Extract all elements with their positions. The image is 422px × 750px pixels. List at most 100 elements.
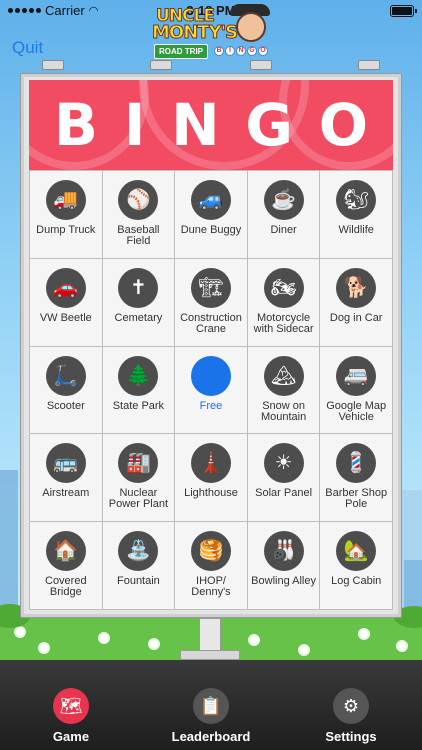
bingo-cell[interactable]: 🛴 Scooter <box>30 346 102 434</box>
lighthouse-icon: 🗼 <box>190 443 231 484</box>
bingo-banner: B I N G O <box>29 80 393 170</box>
bingo-cell[interactable]: 🗼 Lighthouse <box>175 434 247 522</box>
mountain-icon: 🏔 <box>263 355 304 396</box>
tab-label: Leaderboard <box>171 729 251 744</box>
billboard-lamp <box>150 60 172 70</box>
gravestone-icon: ✝ <box>118 267 159 308</box>
trees-icon: 🌲 <box>118 355 159 396</box>
bingo-cell-label: Airstream <box>42 487 90 500</box>
diner-icon: ☕ <box>263 180 304 220</box>
solar-panel-icon: ☀ <box>263 443 304 484</box>
banner-letter-n: N <box>171 91 220 159</box>
bingo-cell-label: Construction Crane <box>180 311 242 335</box>
bingo-cell[interactable]: 🏠 Covered Bridge <box>30 522 102 609</box>
squirrel-icon: 🐿 <box>336 180 377 220</box>
battery-icon <box>390 5 417 17</box>
bingo-cell-label: Scooter <box>46 399 85 412</box>
bingo-cell-label: Free <box>199 399 223 412</box>
bingo-cell[interactable]: 🏡 Log Cabin <box>320 522 392 609</box>
bingo-cell-label: Motorcycle with Sidecar <box>253 311 314 335</box>
bingo-cell-label: Diner <box>270 224 297 236</box>
tab-game[interactable]: 🗺 Game <box>21 688 121 744</box>
bingo-cell-label: Bowling Alley <box>251 575 316 588</box>
power-plant-icon: 🏭 <box>118 443 159 484</box>
pancakes-icon: 🥞 <box>190 531 231 572</box>
bingo-cell[interactable]: 🚐 Google Map Vehicle <box>320 346 392 434</box>
bingo-cell-label: Log Cabin <box>331 575 382 588</box>
bingo-cell-label: Dune Buggy <box>180 224 242 236</box>
banner-letter-g: G <box>245 91 294 159</box>
bingo-cell[interactable]: 🏗 Construction Crane <box>175 258 247 346</box>
bingo-grid: 🚚 Dump Truck ⚾ Baseball Field 🚙 Dune Buggy ☕ Di… <box>29 170 393 610</box>
scooter-icon: 🛴 <box>45 355 86 396</box>
dog-car-icon: 🐕 <box>336 267 377 308</box>
bingo-cell-label: Dump Truck <box>36 224 96 236</box>
billboard-lamp <box>250 60 272 70</box>
bingo-cell[interactable]: 🌲 State Park <box>102 346 175 434</box>
bingo-cell[interactable]: 🚚 Dump Truck <box>30 171 102 258</box>
bingo-cell-label: Solar Panel <box>255 487 313 500</box>
banner-letter-b: B <box>53 91 99 159</box>
bingo-cell[interactable]: 🏍 Motorcycle with Sidecar <box>247 258 320 346</box>
bingo-cell-label: Nuclear Power Plant <box>108 487 169 511</box>
bingo-cell-label: Barber Shop Pole <box>325 487 388 511</box>
bingo-cell-label: Cemetary <box>114 311 163 324</box>
bingo-cell[interactable]: ✝ Cemetary <box>102 258 175 346</box>
city-building <box>0 470 18 620</box>
bingo-cell[interactable]: 🚌 Airstream <box>30 434 102 522</box>
crane-icon: 🏗 <box>190 267 231 308</box>
gear-icon: ⚙ <box>333 688 369 724</box>
bingo-cell[interactable]: 🚗 VW Beetle <box>30 258 102 346</box>
bingo-cell-label: Wildlife <box>338 224 374 236</box>
clipboard-icon: 📋 <box>193 688 229 724</box>
bingo-cell-label: VW Beetle <box>39 311 92 324</box>
barber-pole-icon: 💈 <box>336 443 377 484</box>
tab-label: Settings <box>325 729 377 744</box>
bingo-cell[interactable]: ☀ Solar Panel <box>247 434 320 522</box>
vw-beetle-icon: 🚗 <box>45 267 86 308</box>
bingo-cell-label: Fountain <box>116 575 160 588</box>
quit-button[interactable]: Quit <box>12 38 43 58</box>
bingo-cell[interactable]: ⛲ Fountain <box>102 522 175 609</box>
logo-badge: ROAD TRIP <box>154 44 208 59</box>
bingo-cell[interactable]: 🚙 Dune Buggy <box>175 171 247 258</box>
bingo-cell[interactable]: 🏭 Nuclear Power Plant <box>102 434 175 522</box>
tab-settings[interactable]: ⚙ Settings <box>301 688 401 744</box>
bingo-cell-label: Google Map Vehicle <box>326 399 387 423</box>
logo-character <box>236 12 266 42</box>
banner-letter-i: I <box>123 91 146 159</box>
billboard-base <box>180 650 240 660</box>
logo-line2: MONTY'S <box>151 22 238 44</box>
bowling-icon: 🎳 <box>263 531 304 572</box>
banner-letter-o: O <box>318 91 369 159</box>
dump-truck-icon: 🚚 <box>45 180 86 220</box>
bingo-cell[interactable]: 🐿 Wildlife <box>320 171 392 258</box>
bingo-cell-label: Snow on Mountain <box>260 399 307 423</box>
bingo-cell[interactable]: ⚾ Baseball Field <box>102 171 175 258</box>
tab-bar: 🗺 Game 📋 Leaderboard ⚙ Settings <box>0 660 422 750</box>
motorcycle-icon: 🏍 <box>263 267 304 308</box>
dune-buggy-icon: 🚙 <box>190 180 231 220</box>
bingo-cell[interactable]: ☕ Diner <box>247 171 320 258</box>
tab-label: Game <box>52 729 90 744</box>
bingo-cell[interactable]: 🎳 Bowling Alley <box>247 522 320 609</box>
bingo-cell-label: Dog in Car <box>329 311 383 324</box>
covered-bridge-icon: 🏠 <box>45 531 86 572</box>
bingo-cell[interactable]: 🥞 IHOP/ Denny's <box>175 522 247 609</box>
bingo-cell[interactable]: 🏔 Snow on Mountain <box>247 346 320 434</box>
billboard-lamp <box>42 60 64 70</box>
airstream-icon: 🚌 <box>45 443 86 484</box>
logo-bingo: BINGO <box>214 46 268 56</box>
bingo-cell-label: Covered Bridge <box>45 575 87 599</box>
bingo-cell[interactable]: 💈 Barber Shop Pole <box>320 434 392 522</box>
free-space-icon <box>190 355 231 396</box>
map-icon: 🗺 <box>53 688 89 724</box>
bingo-cell-label: State Park <box>112 399 165 412</box>
tab-leaderboard[interactable]: 📋 Leaderboard <box>161 688 261 744</box>
log-cabin-icon: 🏡 <box>336 531 377 572</box>
fountain-icon: ⛲ <box>118 531 159 572</box>
bingo-cell[interactable]: 🐕 Dog in Car <box>320 258 392 346</box>
billboard-lamp <box>358 60 380 70</box>
app-logo: UNCLE MONTY'S ROAD TRIP BINGO <box>150 4 270 60</box>
bingo-cell[interactable]: Free <box>175 346 247 434</box>
